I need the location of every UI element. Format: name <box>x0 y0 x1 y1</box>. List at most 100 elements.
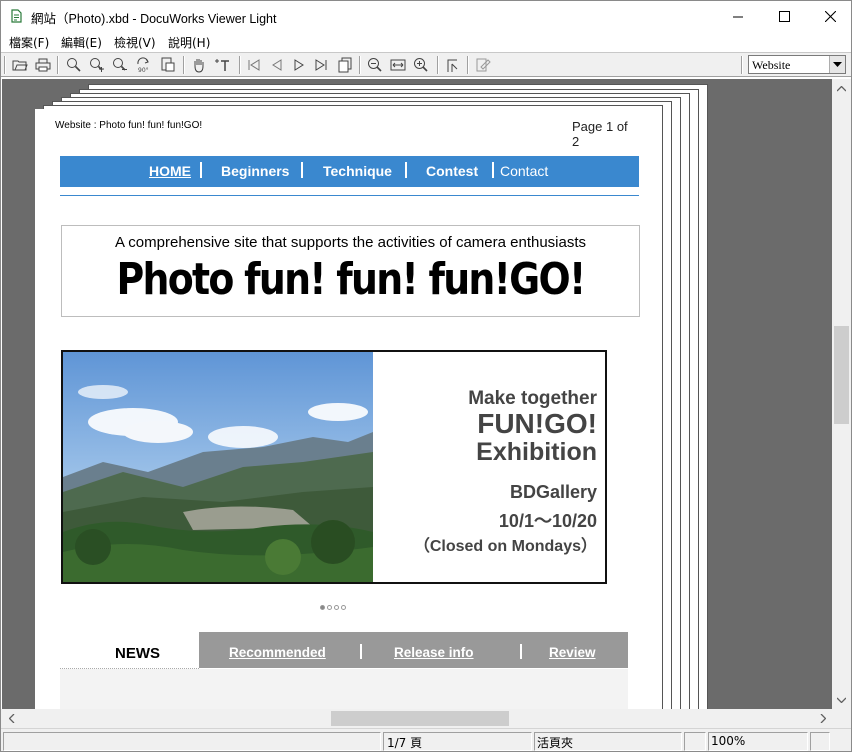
annotation-pointer-button[interactable] <box>443 55 463 75</box>
tab-recommended[interactable]: Recommended <box>229 645 326 660</box>
docuworks-app-icon <box>11 9 22 23</box>
slider-dot-1[interactable] <box>320 605 325 610</box>
slider-dot-3[interactable] <box>334 605 339 610</box>
first-page-button[interactable] <box>244 55 264 75</box>
menu-view[interactable]: 檢視(V) <box>114 34 156 51</box>
minimize-icon <box>732 16 743 17</box>
banner-line-closed: （Closed on Mondays） <box>413 538 597 555</box>
nav-contest[interactable]: Contest <box>426 163 478 179</box>
banner-line-make-together: Make together <box>468 388 597 409</box>
status-zoom: 100% <box>711 734 746 748</box>
slider-dots <box>320 605 346 610</box>
dropdown-arrow[interactable] <box>829 56 845 73</box>
page-list-button[interactable] <box>335 55 355 75</box>
fit-width-button[interactable] <box>388 55 408 75</box>
banner-line-dates: 10/1～10/20 <box>498 511 597 531</box>
status-pane-message <box>3 732 381 751</box>
view-mode-select[interactable]: Website <box>748 55 846 74</box>
zoom-in-tool-icon <box>90 58 104 72</box>
nav-home[interactable]: HOME <box>149 163 191 179</box>
page-list-icon <box>338 57 352 73</box>
news-tab[interactable]: NEWS <box>60 632 199 668</box>
toolbar: 90° Website <box>1 52 851 77</box>
news-tab-bar: NEWS Recommended Release info Review <box>60 632 628 668</box>
status-page: 1/7 頁 <box>387 736 423 750</box>
zoom-in-icon <box>414 58 428 72</box>
tab-review[interactable]: Review <box>549 645 596 660</box>
vertical-scrollbar[interactable] <box>832 79 851 709</box>
status-bar: 1/7 頁 活頁夾 100% <box>1 728 851 751</box>
title-bar: 網站（Photo).xbd - DocuWorks Viewer Light <box>1 1 851 32</box>
chevron-down-icon <box>833 61 842 67</box>
banner-line-fungo: FUN!GO! <box>477 408 597 439</box>
menu-file[interactable]: 檔案(F) <box>9 34 49 51</box>
prev-page-icon <box>272 59 282 71</box>
status-pane-extra <box>810 732 830 751</box>
exhibition-banner[interactable]: Make together FUN!GO! Exhibition BDGalle… <box>61 350 607 584</box>
horizontal-scrollbar[interactable] <box>1 709 832 728</box>
first-page-icon <box>248 59 260 71</box>
zoom-out-tool-button[interactable] <box>110 55 130 75</box>
hand-tool-button[interactable] <box>189 55 209 75</box>
horizontal-scroll-thumb[interactable] <box>331 711 509 726</box>
vertical-scroll-thumb[interactable] <box>834 326 849 424</box>
zoom-tool-button[interactable] <box>64 55 84 75</box>
next-page-button[interactable] <box>289 55 309 75</box>
site-hero: A comprehensive site that supports the a… <box>61 225 640 317</box>
last-page-button[interactable] <box>311 55 331 75</box>
close-icon <box>824 10 836 22</box>
open-button[interactable] <box>10 55 30 75</box>
hand-tool-icon <box>194 59 204 73</box>
menu-edit[interactable]: 編輯(E) <box>61 34 102 51</box>
scroll-up-button[interactable] <box>833 80 850 97</box>
nav-contact[interactable]: Contact <box>500 163 548 179</box>
slider-dot-4[interactable] <box>341 605 346 610</box>
maximize-icon <box>778 10 790 22</box>
chevron-right-icon <box>820 714 826 723</box>
prev-page-button[interactable] <box>267 55 287 75</box>
menu-help[interactable]: 說明(H) <box>168 34 210 51</box>
scroll-down-button[interactable] <box>833 691 850 708</box>
zoom-out-icon <box>368 58 382 72</box>
zoom-in-button[interactable] <box>411 55 431 75</box>
chevron-up-icon <box>837 85 846 91</box>
nav-technique[interactable]: Technique <box>323 163 392 179</box>
news-content <box>60 669 628 709</box>
landscape-photo <box>63 352 373 582</box>
nav-beginners[interactable]: Beginners <box>221 163 289 179</box>
fit-width-icon <box>390 59 406 71</box>
window-title: 網站（Photo).xbd - DocuWorks Viewer Light <box>31 12 277 26</box>
annotation-props-button[interactable] <box>473 55 493 75</box>
scroll-left-button[interactable] <box>3 710 20 727</box>
site-tagline: A comprehensive site that supports the a… <box>114 234 587 251</box>
rotate-90-icon: 90° <box>137 57 149 73</box>
site-logo: Photo fun! fun! fun!GO! <box>116 254 586 305</box>
scroll-right-button[interactable] <box>814 710 831 727</box>
annotation-props-icon <box>476 58 491 72</box>
minimize-button[interactable] <box>715 1 761 31</box>
zoom-out-button[interactable] <box>365 55 385 75</box>
slider-dot-2[interactable] <box>327 605 332 610</box>
status-mode: 活頁夾 <box>537 736 574 750</box>
scrollbar-corner <box>832 709 851 728</box>
app-window: 網站（Photo).xbd - DocuWorks Viewer Light 檔… <box>0 0 852 752</box>
maximize-button[interactable] <box>761 1 807 31</box>
zoom-in-tool-button[interactable] <box>87 55 107 75</box>
document-viewport[interactable]: Website : Photo fun! fun! fun!GO! Page 1… <box>2 79 832 709</box>
page-properties-icon <box>161 57 175 72</box>
close-button[interactable] <box>807 1 852 31</box>
chevron-down-icon <box>837 697 846 703</box>
chevron-left-icon <box>8 714 14 723</box>
svg-text:90°: 90° <box>138 67 149 73</box>
zoom-out-tool-icon <box>113 58 127 71</box>
open-icon <box>12 60 28 71</box>
text-select-icon <box>215 59 229 71</box>
tab-release-info[interactable]: Release info <box>394 645 474 660</box>
magnifier-icon <box>67 58 81 72</box>
page-properties-button[interactable] <box>158 55 178 75</box>
text-select-button[interactable] <box>212 55 232 75</box>
menu-bar: 檔案(F) 編輯(E) 檢視(V) 說明(H) <box>1 32 851 52</box>
status-pane-blank <box>684 732 706 751</box>
print-button[interactable] <box>33 55 53 75</box>
rotate-button[interactable]: 90° <box>134 55 154 75</box>
